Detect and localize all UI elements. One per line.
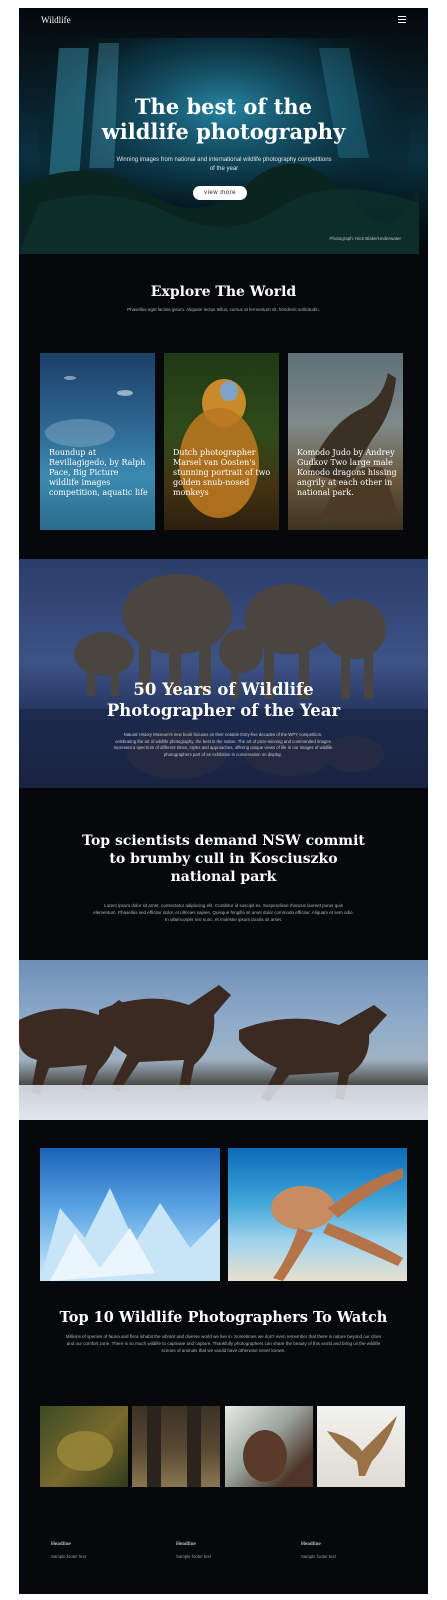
running-horses-image bbox=[19, 985, 428, 1120]
feature-text: Natural History Museum's new book focuse… bbox=[113, 732, 333, 757]
aquatic-photo bbox=[45, 376, 133, 447]
top-navigation: Wildlife bbox=[19, 8, 428, 32]
feature-elephants-section: 50 Years of Wildlife Photographer of the… bbox=[19, 559, 428, 788]
footer-column: Headline Sample footer text bbox=[301, 1541, 336, 1559]
hamburger-menu-icon[interactable] bbox=[398, 16, 406, 23]
octopus-photo[interactable] bbox=[228, 1148, 407, 1281]
view-more-button[interactable]: view more bbox=[193, 186, 247, 200]
hero-title: The best of the wildlife photography bbox=[101, 94, 346, 144]
footer-headline: Headline bbox=[301, 1541, 321, 1547]
explore-title: Explore The World bbox=[150, 284, 297, 300]
site-logo[interactable]: Wildlife bbox=[41, 15, 71, 25]
footer-column: Headline Sample footer text bbox=[176, 1541, 211, 1559]
card-caption: Roundup at Revillagigedo, by Ralph Pace,… bbox=[49, 448, 148, 497]
article-title: Top scientists demand NSW commit to brum… bbox=[82, 833, 365, 885]
footer-text: Sample footer text bbox=[51, 1554, 86, 1559]
top10-title: Top 10 Wildlife Photographers To Watch bbox=[59, 1309, 388, 1326]
monkeys-photo bbox=[179, 379, 259, 518]
ice-photo[interactable] bbox=[40, 1148, 220, 1281]
article-text: Lorem ipsum dolor sit amet, consectetur … bbox=[93, 903, 354, 922]
horses-image bbox=[19, 960, 428, 1120]
komodo-photo bbox=[308, 373, 398, 523]
footer-headline: Headline bbox=[176, 1541, 196, 1547]
top10-text: Millions of species of fauna and flora i… bbox=[65, 1334, 382, 1353]
page: Wildlife The best of the wildlife photog… bbox=[19, 8, 428, 1594]
footer-headline: Headline bbox=[51, 1541, 71, 1547]
card-aquatic[interactable]: Roundup at Revillagigedo, by Ralph Pace,… bbox=[40, 353, 155, 530]
octopus-image bbox=[271, 1168, 403, 1281]
ice-image bbox=[40, 1188, 220, 1281]
thumbnail-owl[interactable] bbox=[225, 1406, 313, 1487]
footer-text: Sample footer text bbox=[301, 1554, 336, 1559]
hero-section: Wildlife The best of the wildlife photog… bbox=[19, 8, 428, 254]
feature-title: 50 Years of Wildlife Photographer of the… bbox=[106, 680, 341, 720]
card-komodo[interactable]: Komodo Judo by Andrey Gudkov Two large m… bbox=[288, 353, 403, 530]
explore-text: Phasellus eget lacinia ipsum. Aliquam le… bbox=[127, 307, 320, 312]
thumbnail-bird-of-prey[interactable] bbox=[317, 1406, 405, 1487]
card-monkeys[interactable]: Dutch photographer Marsel van Oosten's s… bbox=[164, 353, 279, 530]
hero-subtitle: Winning images from national and interna… bbox=[116, 157, 332, 172]
thumbnail-chameleon[interactable] bbox=[40, 1406, 128, 1487]
footer-text: Sample footer text bbox=[176, 1554, 211, 1559]
footer-column: Headline Sample footer text bbox=[51, 1541, 86, 1559]
thumbnail-elephant-legs[interactable] bbox=[132, 1406, 220, 1487]
photo-credit: Photograph: Nick Blake/Underwater bbox=[329, 236, 401, 241]
card-caption: Dutch photographer Marsel van Oosten's s… bbox=[173, 448, 271, 497]
card-caption: Komodo Judo by Andrey Gudkov Two large m… bbox=[297, 448, 397, 497]
